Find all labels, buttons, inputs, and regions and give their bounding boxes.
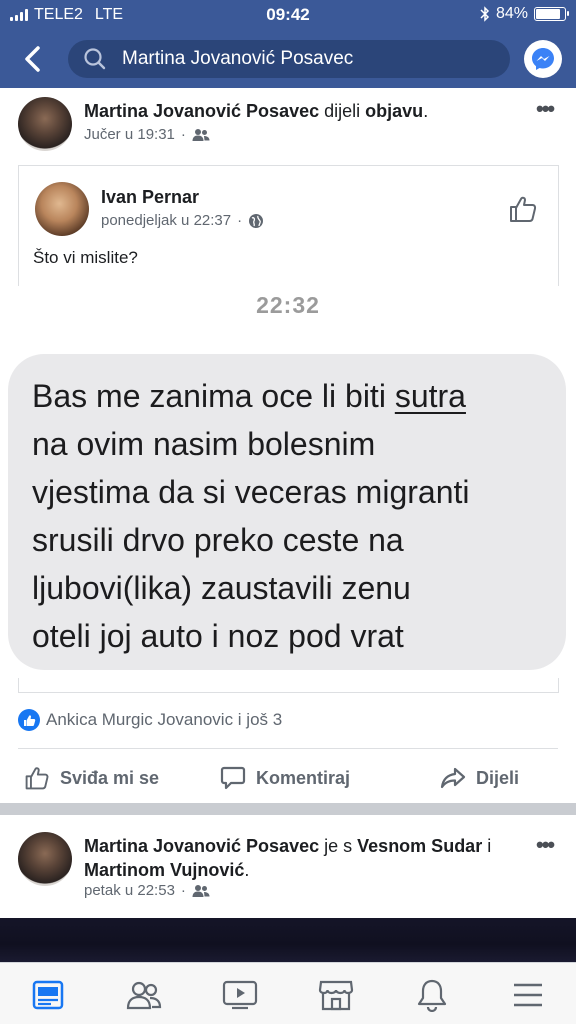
tagged-user[interactable]: Martinom Vujnović — [84, 860, 244, 880]
search-text: Martina Jovanović Posavec — [122, 48, 354, 69]
share-icon — [440, 767, 466, 789]
comment-button[interactable]: Komentiraj — [220, 755, 350, 801]
battery-icon — [534, 7, 569, 21]
shared-author[interactable]: Ivan Pernar — [101, 187, 199, 208]
sms-timestamp: 22:32 — [256, 292, 320, 318]
comment-icon — [220, 766, 246, 790]
post-author[interactable]: Martina Jovanović Posavec dijeli objavu. — [84, 101, 428, 122]
back-arrow-icon[interactable] — [18, 42, 48, 76]
share-label: Dijeli — [476, 767, 520, 788]
thumbs-up-icon — [25, 767, 49, 790]
message-line: Bas me zanima oce li biti — [32, 378, 395, 414]
post-time[interactable]: petak u 22:53 — [84, 882, 175, 899]
reactions-text: Ankica Murgic Jovanovic i još 3 — [46, 710, 283, 729]
menu-icon[interactable] — [508, 975, 548, 1015]
tagged-user[interactable]: Vesnom Sudar — [357, 836, 482, 856]
post-action-link[interactable]: objavu — [365, 101, 423, 121]
search-icon — [84, 48, 106, 70]
status-bar: TELE2 LTE 09:42 84% — [0, 0, 576, 30]
avatar[interactable] — [18, 832, 72, 886]
search-input[interactable]: Martina Jovanović Posavec — [68, 40, 510, 78]
message-line: ljubovi(lika) zaustavili zenu — [32, 570, 411, 606]
message-line: na ovim nasim bolesnim — [32, 426, 376, 462]
friends-tab-icon[interactable] — [124, 975, 164, 1015]
share-button[interactable]: Dijeli — [440, 755, 519, 801]
thumbs-up-icon[interactable] — [508, 194, 538, 224]
more-options-icon[interactable]: ••• — [536, 96, 555, 122]
messenger-icon — [532, 48, 554, 70]
bluetooth-icon — [480, 6, 490, 22]
bottom-nav — [0, 962, 576, 1024]
message-bubble: Bas me zanima oce li biti sutra na ovim … — [8, 354, 566, 670]
reactions-summary[interactable]: Ankica Murgic Jovanovic i još 3 — [18, 709, 282, 731]
marketplace-icon[interactable] — [316, 975, 356, 1015]
feed-separator — [0, 803, 576, 815]
like-label: Sviđa mi se — [60, 767, 160, 788]
post-meta: petak u 22:53 · — [84, 882, 210, 899]
post-image[interactable] — [0, 918, 576, 962]
shared-post-text: Što vi mislite? — [33, 248, 138, 267]
more-options-icon[interactable]: ••• — [536, 832, 555, 858]
post-meta: Jučer u 19:31 · — [84, 126, 210, 143]
like-reaction-icon — [18, 709, 40, 731]
post-author: Martina Jovanović Posavec je s Vesnom Su… — [84, 836, 492, 880]
post-time[interactable]: Jučer u 19:31 — [84, 126, 175, 143]
post-action-text: dijeli — [324, 101, 361, 121]
comment-label: Komentiraj — [256, 767, 351, 788]
post-actions: Sviđa mi se Komentiraj Dijeli — [0, 755, 576, 801]
avatar[interactable] — [35, 182, 89, 236]
divider — [18, 748, 558, 749]
post-image[interactable]: 22:32 Bas me zanima oce li biti sutra na… — [0, 286, 576, 678]
friends-icon — [192, 884, 210, 897]
feed-icon[interactable] — [28, 975, 68, 1015]
message-underlined-word: sutra — [394, 378, 466, 414]
like-button[interactable]: Sviđa mi se — [24, 755, 159, 801]
globe-icon — [249, 213, 264, 228]
battery-percent: 84% — [495, 5, 528, 22]
avatar[interactable] — [18, 97, 72, 151]
message-line: oteli joj auto i noz pod vrat — [32, 618, 404, 654]
nav-bar: Martina Jovanović Posavec — [0, 30, 576, 88]
message-line: vjestima da si veceras migranti — [32, 474, 470, 510]
shared-meta: ponedjeljak u 22:37 · — [101, 212, 264, 229]
messenger-button[interactable] — [524, 40, 562, 78]
post2-author[interactable]: Martina Jovanović Posavec — [84, 836, 319, 856]
video-icon[interactable] — [220, 975, 260, 1015]
friends-icon — [192, 128, 210, 141]
bell-icon[interactable] — [412, 975, 452, 1015]
shared-time[interactable]: ponedjeljak u 22:37 — [101, 212, 231, 229]
message-line: srusili drvo preko ceste na — [32, 522, 404, 558]
